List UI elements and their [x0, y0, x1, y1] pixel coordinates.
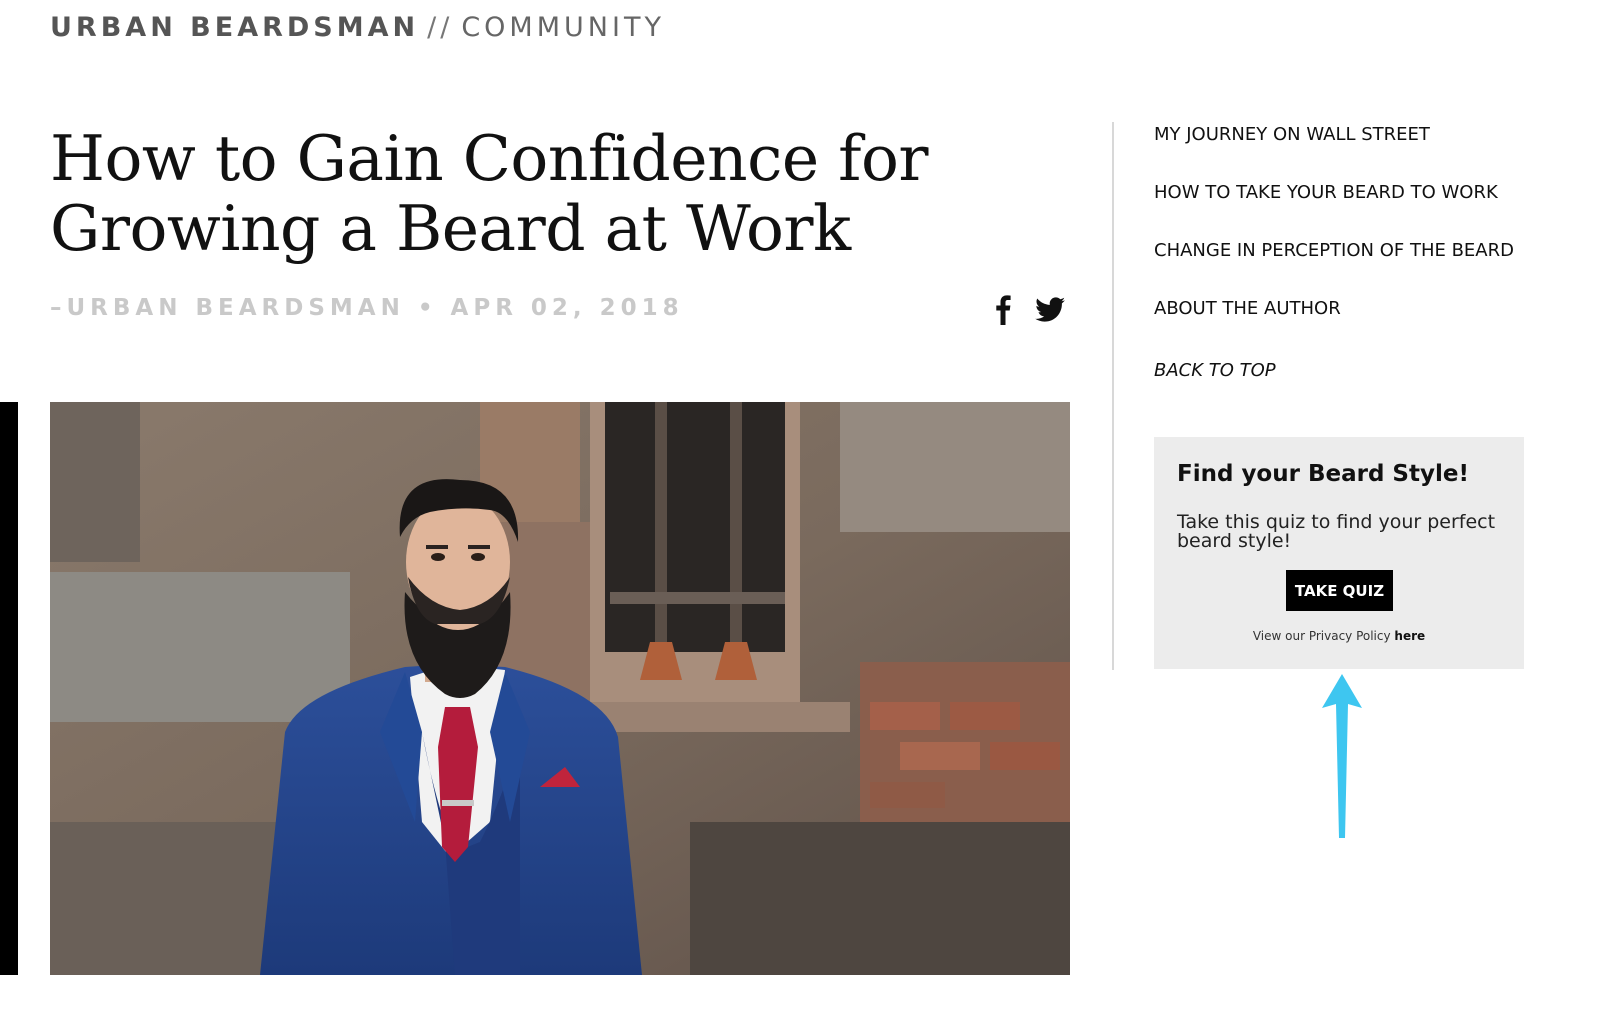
twitter-icon: [1035, 297, 1065, 322]
quiz-promo-box: Find your Beard Style! Take this quiz to…: [1154, 437, 1524, 669]
back-to-top-link[interactable]: BACK TO TOP: [1154, 354, 1514, 412]
annotation-arrow: [1322, 674, 1362, 838]
toc-item-change-in-perception[interactable]: CHANGE IN PERCEPTION OF THE BEARD: [1154, 234, 1514, 292]
facebook-icon: [996, 295, 1011, 325]
quiz-description: Take this quiz to find your perfect bear…: [1177, 511, 1496, 552]
sidebar-divider: [1112, 122, 1114, 670]
toc-item-beard-to-work[interactable]: HOW TO TAKE YOUR BEARD TO WORK: [1154, 176, 1514, 234]
twitter-share-button[interactable]: [1033, 292, 1067, 326]
take-quiz-button[interactable]: TAKE QUIZ: [1286, 570, 1393, 611]
site-header: URBAN BEARDSMAN //COMMUNITY: [50, 12, 665, 43]
section-link[interactable]: COMMUNITY: [461, 12, 665, 43]
toc-item-my-journey[interactable]: MY JOURNEY ON WALL STREET: [1154, 118, 1514, 176]
site-brand-link[interactable]: URBAN BEARDSMAN: [50, 12, 419, 43]
page-edge-bar: [0, 402, 18, 975]
article-title: How to Gain Confidence for Growing a Bea…: [50, 122, 929, 265]
article-byline: –URBAN BEARDSMAN • APR 02, 2018: [50, 295, 684, 321]
table-of-contents: MY JOURNEY ON WALL STREET HOW TO TAKE YO…: [1154, 118, 1514, 412]
privacy-policy-note: View our Privacy Policy here: [1154, 629, 1524, 643]
hero-image: [50, 402, 1070, 975]
header-separator: //: [427, 12, 454, 43]
privacy-prefix: View our Privacy Policy: [1252, 629, 1395, 643]
quiz-title: Find your Beard Style!: [1177, 461, 1469, 487]
toc-item-about-author[interactable]: ABOUT THE AUTHOR: [1154, 292, 1514, 350]
privacy-policy-link[interactable]: here: [1394, 629, 1425, 643]
facebook-share-button[interactable]: [986, 292, 1020, 326]
hero-photo: [50, 402, 1070, 975]
